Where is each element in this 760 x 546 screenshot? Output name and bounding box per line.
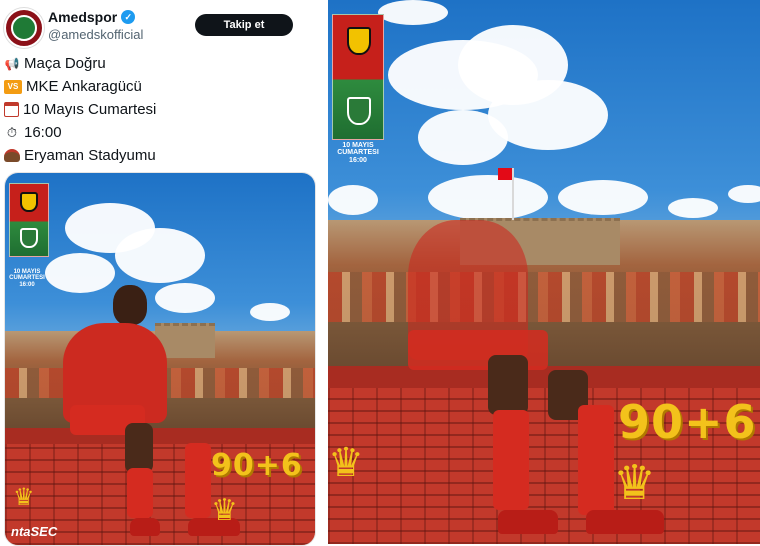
cloud (418, 110, 508, 165)
match-badge (9, 183, 49, 257)
tweet-line-text: 10 Mayıs Cumartesi (23, 101, 157, 118)
cloud (428, 175, 548, 220)
amedspor-crest-icon (20, 228, 38, 248)
follow-button[interactable]: Takip et (195, 14, 293, 36)
author-name-row: Amedspor ✓ (48, 9, 136, 25)
match-date: 10 MAYIS CUMARTESI 16:00 (330, 142, 386, 164)
megaphone-icon: 📢 (4, 56, 20, 71)
match-date: 10 MAYIS CUMARTESI 16:00 (5, 269, 49, 288)
crown-icon: ♛ (13, 484, 35, 511)
cloud (115, 228, 205, 283)
stadium-icon (4, 149, 20, 162)
match-time: 16:00 (349, 156, 367, 164)
cloud (328, 185, 378, 215)
tweet-line-text: Eryaman Stadyumu (24, 147, 156, 164)
ankaragucu-crest-icon (20, 192, 38, 212)
player-leg (488, 355, 528, 415)
poster-large-image[interactable]: 90+6 ♛ ♛ 10 MAYIS CUMARTESI 16:00 (328, 0, 760, 544)
date-line-1: 10 MAYIS (342, 142, 374, 149)
player-shoe (130, 518, 160, 536)
cloud (378, 0, 448, 25)
author-name[interactable]: Amedspor (48, 9, 117, 25)
vs-icon: VS (4, 79, 22, 94)
wall-top (5, 428, 315, 444)
match-time: 16:00 (19, 281, 35, 288)
clock-icon: ⏱ (6, 124, 18, 140)
calendar-icon (4, 102, 19, 117)
player-sock (578, 405, 614, 515)
tweet-line-text: Maça Doğru (24, 55, 106, 72)
watermark: ntaSEC (11, 524, 58, 539)
poster-art: 90+6 ♛ ♛ 10 MAYIS CUMARTESI 16:00 (328, 0, 760, 544)
rooftops (328, 272, 760, 322)
graffiti-text: 90+6 (211, 448, 303, 483)
tweet-line: ⏱ 16:00 (4, 121, 156, 144)
player-sock (127, 468, 153, 518)
flag-pole (512, 168, 514, 220)
player-sock (185, 443, 211, 518)
date-line-2: CUMARTESI (337, 149, 379, 157)
tweet-line: Eryaman Stadyumu (4, 144, 156, 167)
cloud (668, 198, 718, 218)
turkish-flag (498, 168, 512, 180)
tweet-line: VS MKE Ankaragücü (4, 75, 156, 98)
cloud (250, 303, 290, 321)
verified-badge-icon: ✓ (121, 10, 136, 24)
tweet-media-image[interactable]: 90+6 ♛ ♛ 10 MAYIS CUMARTESI 16:00 ntaSEC (4, 172, 316, 546)
match-badge (332, 14, 384, 140)
tweet-text: 📢 Maça Doğru VS MKE Ankaragücü 10 Mayıs … (4, 52, 156, 167)
club-crest-icon (11, 15, 37, 41)
player-head (113, 285, 147, 325)
poster-art: 90+6 ♛ ♛ 10 MAYIS CUMARTESI 16:00 ntaSEC (5, 173, 315, 545)
crown-icon: ♛ (613, 457, 657, 510)
tweet-line: 10 Mayıs Cumartesi (4, 98, 156, 121)
avatar[interactable] (4, 8, 44, 48)
crown-icon: ♛ (211, 494, 238, 527)
tweet-line-text: 16:00 (24, 124, 62, 141)
ankaragucu-crest-icon (347, 27, 371, 55)
cloud (155, 283, 215, 313)
date-line-2: CUMARTESI (9, 275, 45, 282)
tweet-line: 📢 Maça Doğru (4, 52, 156, 75)
tweet-line-text: MKE Ankaragücü (26, 78, 142, 95)
graffiti-text: 90+6 (618, 395, 757, 449)
tweet-card: Amedspor ✓ @amedskofficial Takip et 📢 Ma… (0, 0, 320, 546)
author-handle[interactable]: @amedskofficial (48, 27, 143, 42)
amedspor-crest-icon (347, 97, 371, 125)
player-shoe (586, 510, 664, 534)
player-sock (493, 410, 529, 510)
crown-icon: ♛ (328, 441, 364, 485)
player-leg (125, 423, 153, 473)
cloud (558, 180, 648, 215)
cloud (45, 253, 115, 293)
player-shoe (498, 510, 558, 534)
cloud (728, 185, 760, 203)
